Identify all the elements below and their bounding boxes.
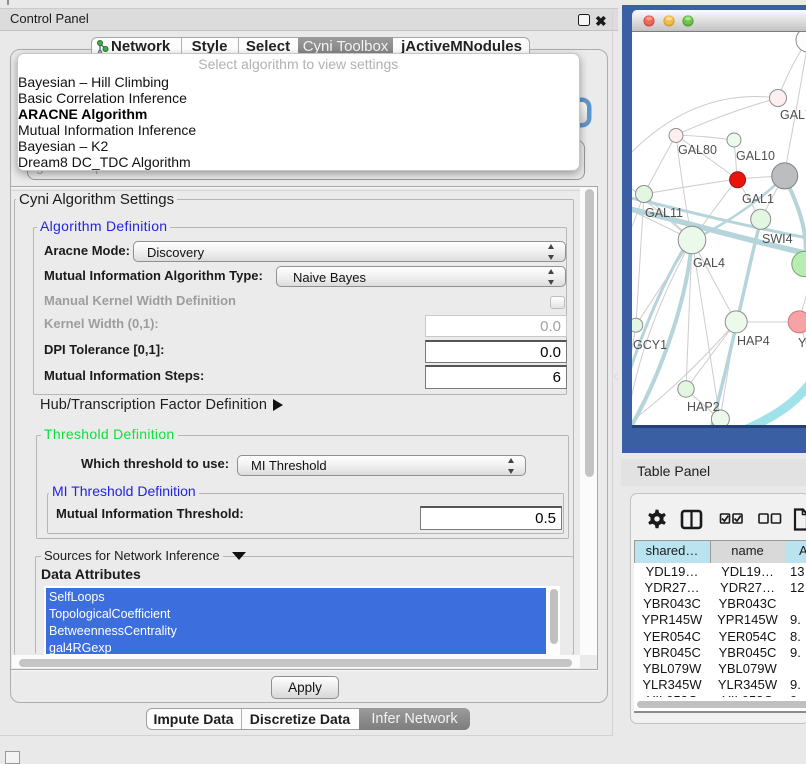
- svg-text:GAL10: GAL10: [736, 149, 775, 163]
- svg-text:HAP2: HAP2: [687, 400, 720, 414]
- svg-text:GAL1: GAL1: [742, 192, 774, 206]
- svg-text:GCY1: GCY1: [633, 338, 667, 352]
- svg-text:GAL4: GAL4: [693, 256, 725, 270]
- svg-text:YE: YE: [798, 336, 806, 350]
- svg-text:GAL80: GAL80: [678, 143, 717, 157]
- svg-text:GAL11: GAL11: [645, 206, 683, 220]
- svg-text:HAP4: HAP4: [737, 334, 770, 348]
- svg-text:SWI4: SWI4: [762, 232, 793, 246]
- svg-text:GAL7: GAL7: [780, 108, 806, 122]
